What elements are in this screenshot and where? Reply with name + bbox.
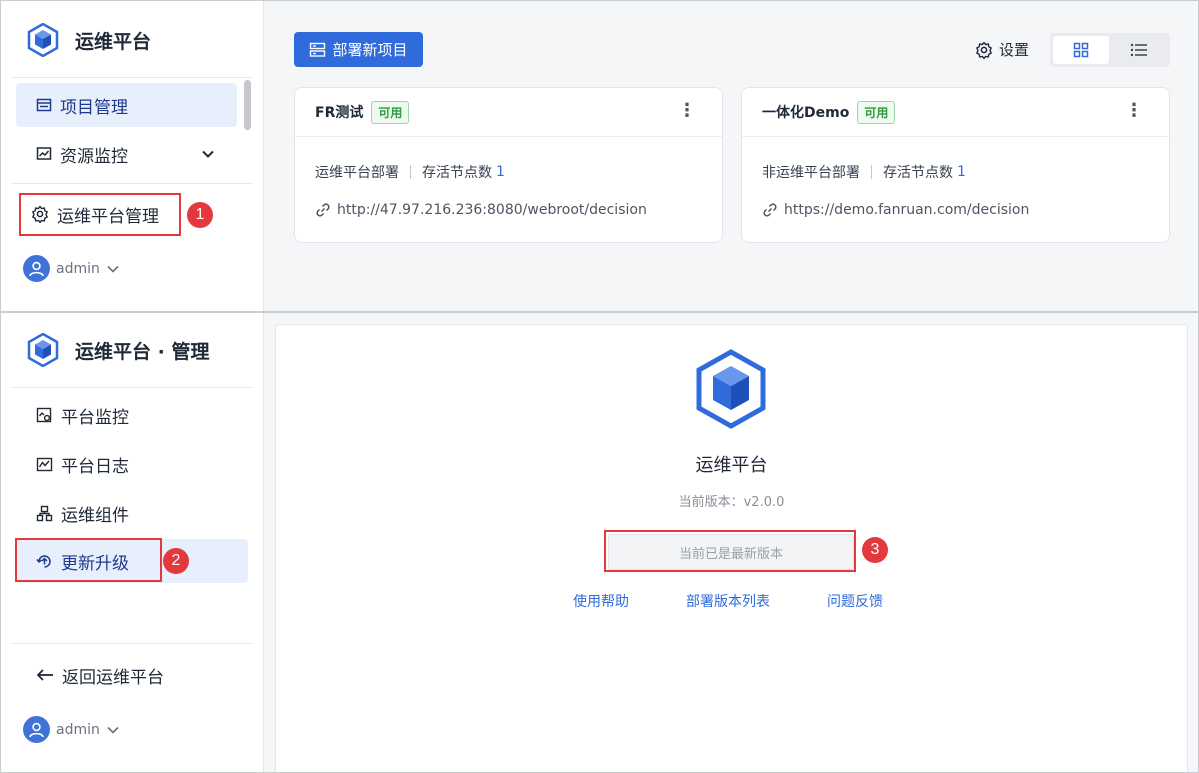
top-screen: 运维平台 项目管理 资源监控 运维平台管理 1 admin 部署新项目 设置 F… [0,0,1199,312]
deploy-versions-link[interactable]: 部署版本列表 [686,591,770,611]
nav-item-label: 资源监控 [60,146,128,167]
card-header: FR测试 可用 [295,88,722,137]
logo-icon [27,23,59,57]
list-icon [36,98,52,112]
url-text: https://demo.fanruan.com/decision [784,202,1030,218]
annotation-number-3: 3 [862,537,888,563]
nav-item-ops-components[interactable]: 运维组件 [16,491,237,535]
annotation-number-2: 2 [163,548,189,574]
user-menu[interactable]: admin [23,255,120,282]
card-url[interactable]: https://demo.fanruan.com/decision [762,202,1029,218]
link-icon [763,203,777,217]
nav-item-resource-monitor[interactable]: 资源监控 [16,132,237,176]
bottom-screen: 运维平台 · 管理 平台监控 平台日志 运维组件 更新升级 2 返回运维平台 a… [0,312,1199,773]
back-to-platform-link[interactable]: 返回运维平台 [16,653,237,697]
nav-item-label: 平台监控 [61,407,129,428]
settings-label: 设置 [999,41,1030,59]
arrow-left-icon [36,669,53,681]
divider [11,183,253,184]
divider [11,387,253,388]
components-icon [36,505,53,521]
brand: 运维平台 · 管理 [27,333,209,367]
view-toggle [1050,33,1170,67]
card-url[interactable]: http://47.97.216.236:8080/webroot/decisi… [315,202,647,218]
feedback-link[interactable]: 问题反馈 [827,591,883,611]
card-meta: 非运维平台部署 存活节点数 1 [762,162,966,182]
grid-view-button[interactable] [1053,36,1109,64]
user-name: admin [56,260,100,277]
deploy-new-project-button[interactable]: 部署新项目 [294,32,423,67]
deploy-type: 非运维平台部署 [762,165,860,181]
list-icon [1130,43,1147,57]
card-title: FR测试 [315,105,364,121]
status-badge: 可用 [371,100,410,124]
chevron-down-icon [107,265,119,273]
logo-icon [696,349,766,429]
chevron-down-icon [107,726,119,734]
nodes-label: 存活节点数 [422,165,492,181]
server-icon [310,42,326,57]
brand-title: 运维平台 · 管理 [75,340,210,363]
main-content: 运维平台 当前版本：v2.0.0 当前已是最新版本 3 使用帮助 部署版本列表 … [264,313,1198,772]
link-icon [316,203,330,217]
brand: 运维平台 [27,23,151,57]
help-link[interactable]: 使用帮助 [573,591,629,611]
status-badge: 可用 [857,100,896,124]
user-icon [29,261,44,277]
nodes-count: 1 [957,164,966,180]
divider [11,643,253,644]
log-chart-icon [36,457,53,471]
sidebar-scrollbar[interactable] [244,80,251,130]
user-menu[interactable]: admin [23,716,120,743]
separator [871,165,872,179]
card-title: 一体化Demo [762,105,850,121]
url-text: http://47.97.216.236:8080/webroot/decisi… [337,202,647,218]
avatar [23,716,50,743]
admin-sidebar: 运维平台 · 管理 平台监控 平台日志 运维组件 更新升级 2 返回运维平台 a… [1,313,264,772]
project-card[interactable]: FR测试 可用 ⋮ 运维平台部署 存活节点数 1 http://47.97.21… [294,87,723,243]
monitor-chart-icon [36,147,52,160]
chevron-down-icon[interactable] [201,147,215,161]
deploy-type: 运维平台部署 [315,165,399,181]
gear-icon [976,41,992,59]
settings-button[interactable]: 设置 [975,39,1029,60]
nav-item-platform-log[interactable]: 平台日志 [16,442,237,486]
annotation-box-3 [604,530,856,572]
nav-item-label: 项目管理 [60,97,128,118]
nav-item-project-management[interactable]: 项目管理 [16,83,237,127]
sidebar: 运维平台 项目管理 资源监控 运维平台管理 1 admin [1,1,264,311]
nodes-count: 1 [496,164,505,180]
nav-item-label: 运维组件 [61,505,129,526]
current-version: 当前版本：v2.0.0 [678,495,785,510]
divider [11,77,253,78]
project-card[interactable]: 一体化Demo 可用 ⋮ 非运维平台部署 存活节点数 1 https://dem… [741,87,1170,243]
nodes-label: 存活节点数 [883,165,953,181]
more-options-icon[interactable]: ⋮ [678,102,696,120]
separator [410,165,411,179]
user-icon [29,722,44,738]
user-name: admin [56,721,100,738]
brand-title: 运维平台 [75,30,152,53]
annotation-box-2 [15,538,162,582]
nav-item-label: 平台日志 [61,456,129,477]
avatar [23,255,50,282]
card-header: 一体化Demo 可用 [742,88,1169,137]
deploy-button-label: 部署新项目 [332,41,408,59]
monitor-icon [36,407,52,422]
nav-item-platform-monitor[interactable]: 平台监控 [16,393,237,437]
more-options-icon[interactable]: ⋮ [1125,102,1143,120]
list-view-button[interactable] [1111,36,1167,64]
app-name: 运维平台 [695,455,768,476]
upgrade-panel: 运维平台 当前版本：v2.0.0 当前已是最新版本 3 使用帮助 部署版本列表 … [275,324,1188,772]
back-label: 返回运维平台 [62,667,164,688]
card-meta: 运维平台部署 存活节点数 1 [315,162,505,182]
main-content: 部署新项目 设置 FR测试 可用 ⋮ 运维平台部署 存活节点数 1 http:/… [264,1,1198,311]
annotation-box-1 [19,193,181,236]
grid-icon [1073,42,1089,58]
annotation-number-1: 1 [187,202,213,228]
logo-icon [27,333,59,367]
